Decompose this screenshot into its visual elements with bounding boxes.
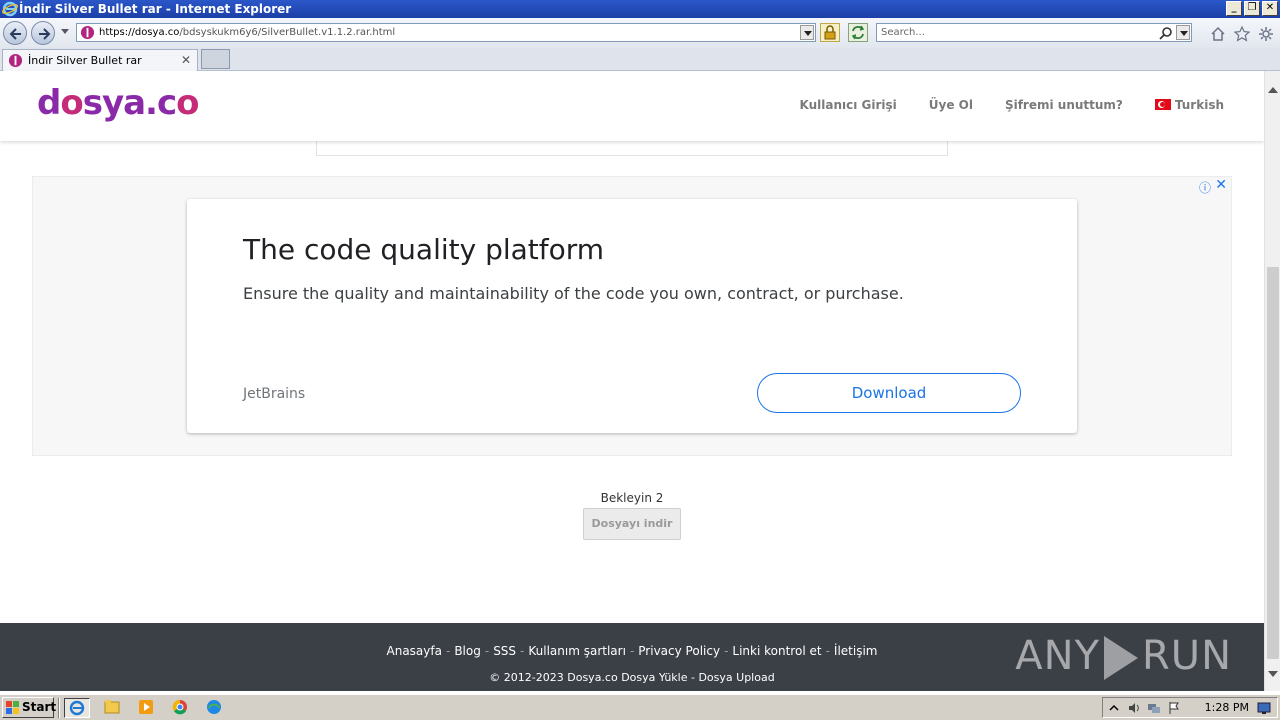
back-button[interactable] (3, 21, 27, 45)
window-controls: _ ❐ ✕ (1226, 1, 1278, 16)
new-tab-button[interactable] (201, 49, 230, 69)
ad-info-icon[interactable]: ⓘ (1199, 179, 1211, 196)
footer-link-faq[interactable]: SSS (493, 644, 516, 658)
lock-icon (824, 25, 836, 40)
tray-expand-icon[interactable] (1107, 701, 1121, 715)
security-lock-button[interactable] (820, 23, 840, 42)
ad-description: Ensure the quality and maintainability o… (243, 284, 904, 303)
footer-link-check[interactable]: Linki kontrol et (732, 644, 821, 658)
nav-register-link[interactable]: Üye Ol (929, 98, 973, 112)
tab-favicon-icon (8, 53, 23, 68)
internet-explorer-icon (2, 1, 18, 17)
wait-countdown-label: Bekleyin 2 (600, 491, 664, 505)
media-player-icon (139, 700, 153, 714)
ad-container: ⓘ ✕ The code quality platform Ensure the… (32, 176, 1232, 456)
clock[interactable]: 1:28 PM (1205, 701, 1249, 714)
volume-icon[interactable] (1127, 701, 1141, 715)
ad-download-button[interactable]: Download (757, 373, 1021, 413)
footer-link-blog[interactable]: Blog (454, 644, 481, 658)
forward-arrow-icon (39, 28, 51, 40)
back-arrow-icon (9, 28, 21, 40)
start-button[interactable]: Start (2, 697, 57, 718)
site-favicon-icon (80, 25, 95, 40)
tab-active[interactable]: İndir Silver Bullet rar ✕ (2, 49, 198, 71)
tab-bar: İndir Silver Bullet rar ✕ (0, 48, 1280, 71)
home-icon[interactable] (1210, 26, 1226, 42)
folder-icon (104, 700, 120, 714)
download-file-button[interactable]: Dosyayı indir (583, 508, 681, 540)
tab-close-icon[interactable]: ✕ (181, 53, 191, 67)
settings-gear-icon[interactable] (1258, 26, 1274, 42)
footer-separator: - (825, 644, 830, 658)
history-dropdown-icon[interactable] (61, 29, 69, 34)
play-logo-icon (1104, 636, 1138, 680)
address-dropdown-button[interactable] (800, 25, 814, 40)
language-label: Turkish (1174, 98, 1224, 112)
show-desktop-icon[interactable] (1257, 701, 1271, 715)
taskbar-media-app[interactable] (134, 698, 160, 718)
footer-separator: - (520, 644, 525, 658)
header-nav: Kullanıcı Girişi Üye Ol Şifremi unuttum?… (767, 98, 1224, 112)
browser-navbar: https://dosya.co/bdsyskukm6y6/SilverBull… (0, 18, 1280, 48)
toolbar-icons (1210, 26, 1274, 42)
taskbar-explorer-app[interactable] (100, 698, 126, 718)
footer-link-home[interactable]: Anasayfa (387, 644, 442, 658)
network-icon[interactable] (1147, 701, 1161, 715)
site-logo[interactable]: dosya.co (37, 83, 200, 123)
search-input[interactable]: Search... (881, 26, 925, 40)
language-selector[interactable]: Turkish (1154, 98, 1224, 112)
restore-button[interactable]: ❐ (1244, 1, 1260, 16)
scrollbar-thumb[interactable] (1267, 267, 1279, 659)
search-box[interactable]: Search... (876, 23, 1192, 42)
page-viewport: dosya.co Kullanıcı Girişi Üye Ol Şifremi… (0, 71, 1264, 691)
footer-link-privacy[interactable]: Privacy Policy (638, 644, 720, 658)
taskbar-separator (58, 698, 60, 718)
start-label: Start (22, 700, 57, 714)
forward-button[interactable] (31, 21, 55, 45)
vertical-scrollbar[interactable] (1264, 71, 1280, 691)
ad-title[interactable]: The code quality platform (243, 233, 604, 267)
refresh-icon (851, 25, 865, 40)
address-url[interactable]: https://dosya.co/bdsyskukm6y6/SilverBull… (99, 26, 395, 40)
taskbar-chrome-app[interactable] (168, 698, 194, 718)
taskbar: Start 1:28 PM (0, 694, 1280, 720)
close-window-button[interactable]: ✕ (1262, 1, 1278, 16)
footer-separator: - (445, 644, 451, 658)
footer-separator: - (724, 644, 729, 658)
tab-label: İndir Silver Bullet rar (28, 54, 142, 67)
scroll-down-icon[interactable] (1268, 671, 1278, 677)
taskbar-edge-app[interactable] (202, 698, 228, 718)
site-header: dosya.co Kullanıcı Girişi Üye Ol Şifremi… (0, 71, 1264, 141)
action-center-flag-icon[interactable] (1167, 701, 1181, 715)
nav-login-link[interactable]: Kullanıcı Girişi (799, 98, 896, 112)
favorites-star-icon[interactable] (1234, 26, 1250, 42)
system-tray: 1:28 PM (1102, 697, 1278, 718)
nav-forgot-password-link[interactable]: Şifremi unuttum? (1005, 98, 1123, 112)
ad-close-icon[interactable]: ✕ (1215, 177, 1227, 193)
anyrun-watermark: ANY RUN (1015, 633, 1232, 680)
footer-separator: - (484, 644, 490, 658)
refresh-button[interactable] (848, 23, 868, 42)
footer-link-terms[interactable]: Kullanım şartları (528, 644, 626, 658)
site-footer: Anasayfa - Blog - SSS - Kullanım şartları - Priv… (0, 623, 1264, 691)
ad-brand[interactable]: JetBrains (243, 385, 305, 403)
footer-separator: - (629, 644, 635, 658)
window-title: İndir Silver Bullet rar - Internet Explo… (19, 2, 292, 16)
turkey-flag-icon (1154, 99, 1171, 110)
minimize-button[interactable]: _ (1226, 1, 1242, 16)
footer-link-contact[interactable]: İletişim (834, 644, 878, 658)
edge-icon (207, 700, 221, 714)
chrome-icon (172, 699, 187, 715)
address-bar[interactable]: https://dosya.co/bdsyskukm6y6/SilverBull… (76, 23, 816, 42)
ad-card[interactable]: The code quality platform Ensure the qua… (187, 199, 1077, 433)
internet-explorer-icon (69, 700, 85, 716)
taskbar-ie-app[interactable] (64, 698, 90, 718)
scroll-up-icon[interactable] (1268, 87, 1278, 93)
windows-logo-icon (6, 701, 19, 714)
search-icon[interactable] (1159, 26, 1173, 40)
window-titlebar: İndir Silver Bullet rar - Internet Explo… (0, 0, 1280, 18)
search-dropdown-button[interactable] (1176, 25, 1190, 40)
